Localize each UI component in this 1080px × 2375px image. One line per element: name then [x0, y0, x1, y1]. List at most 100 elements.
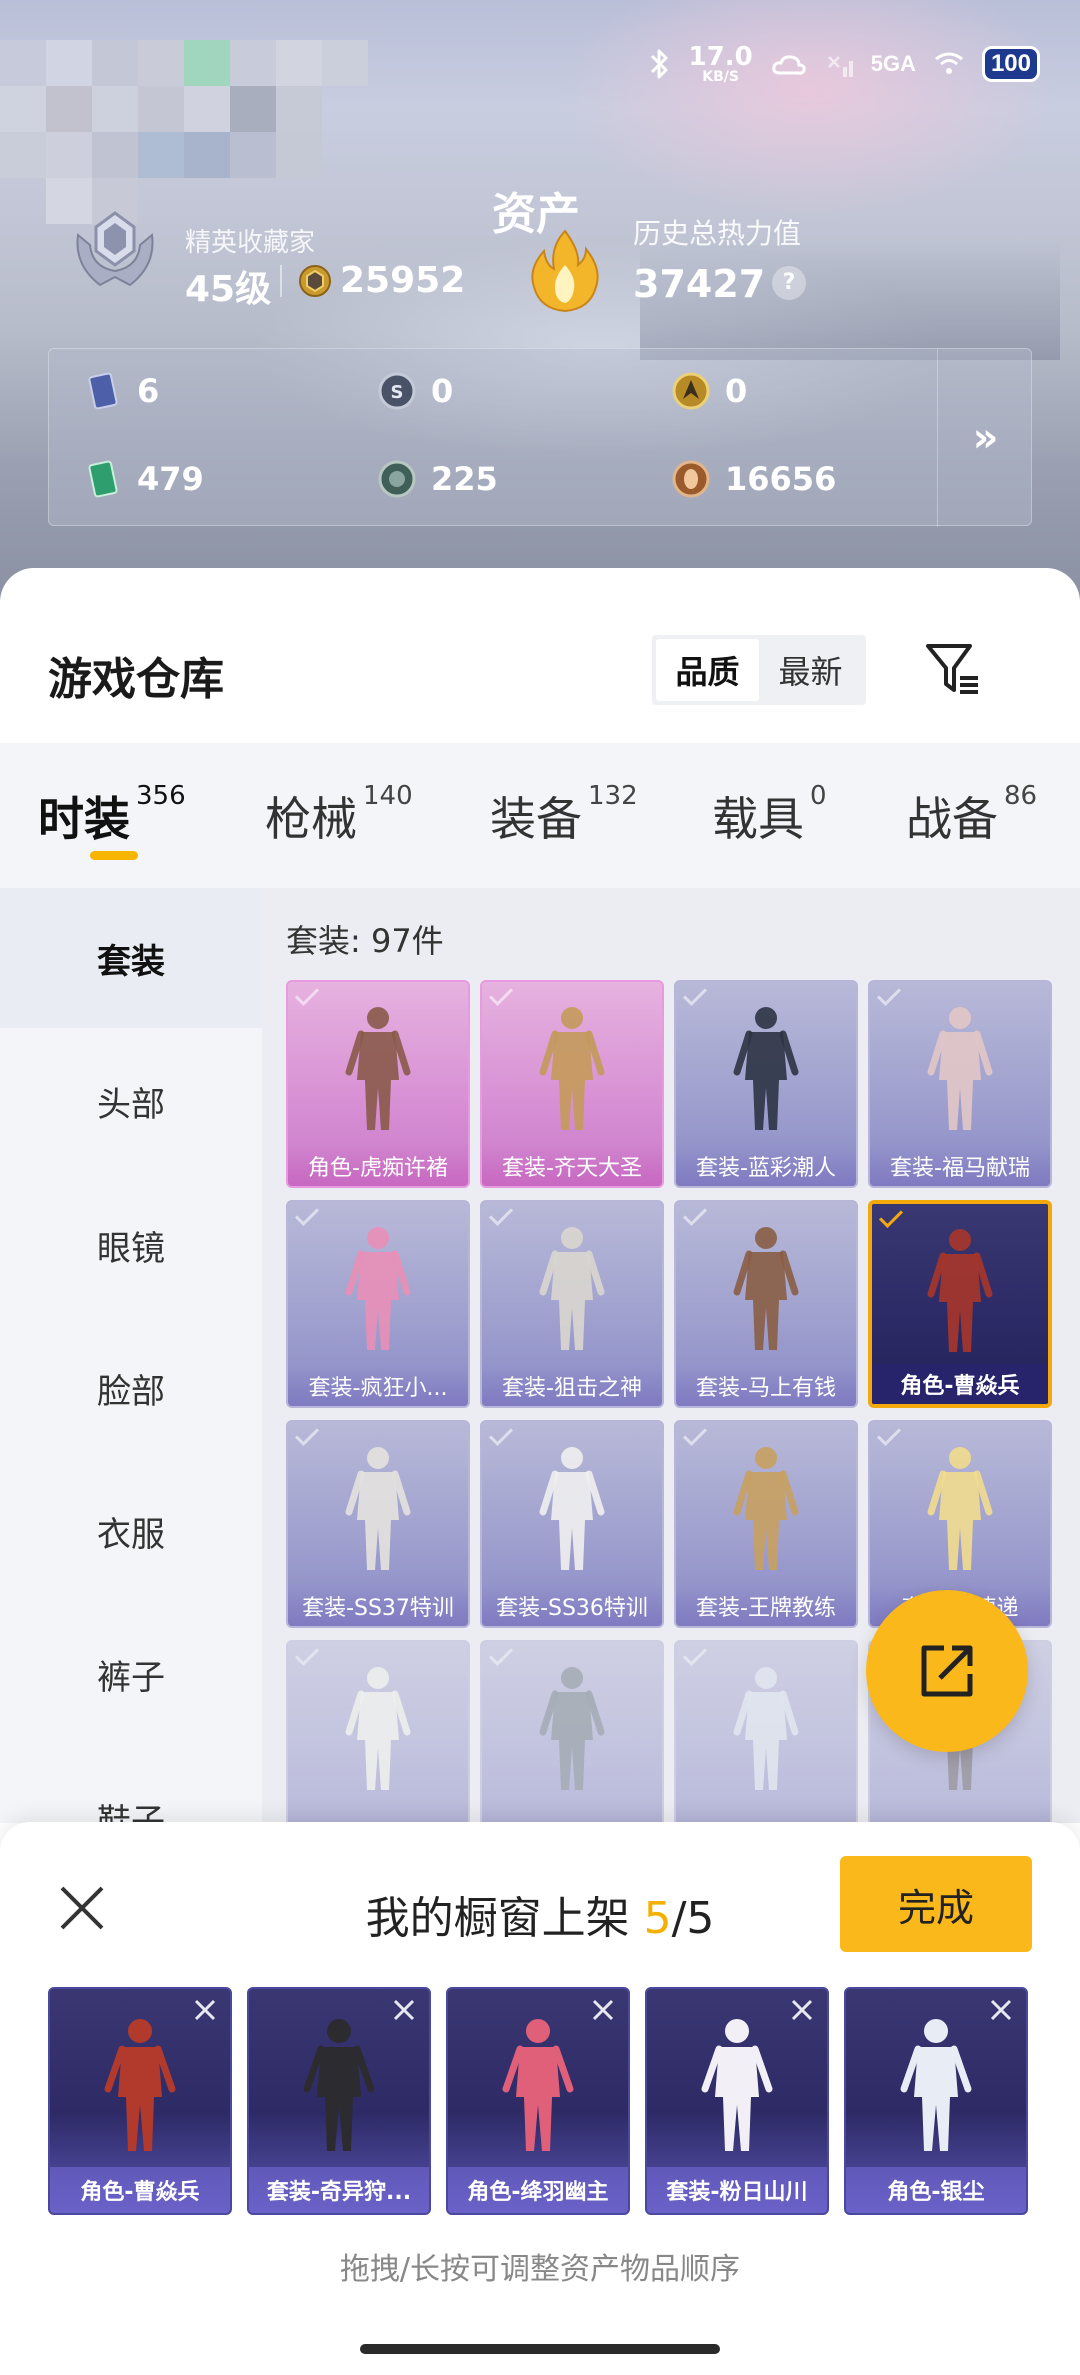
help-icon[interactable]: ?: [772, 266, 806, 300]
showcase-total-count: /5: [671, 1893, 715, 1944]
home-indicator[interactable]: [360, 2344, 720, 2354]
tab-label: 枪械: [265, 792, 357, 846]
sidebar-item-clothes[interactable]: 衣服: [0, 1461, 262, 1601]
asset-cell-card: 6: [83, 371, 159, 411]
asset-value: 6: [137, 372, 160, 410]
checkmark-icon: [488, 982, 514, 1007]
tab-count: 356: [136, 781, 186, 811]
bluetooth-icon: [650, 49, 668, 79]
showcase-item[interactable]: 角色-银尘: [844, 1987, 1028, 2215]
rank-title: 精英收藏家: [185, 228, 316, 258]
outfit-figure-icon: [927, 1007, 993, 1130]
tab-firearms[interactable]: 枪械 140: [265, 781, 413, 849]
more-assets-button[interactable]: »: [937, 349, 1033, 527]
svg-text:S: S: [391, 382, 404, 403]
item-card[interactable]: [674, 1640, 858, 1823]
remove-icon[interactable]: [789, 1997, 815, 2023]
item-card[interactable]: 角色-曹焱兵: [868, 1200, 1052, 1408]
tab-equipment[interactable]: 装备 132: [490, 781, 638, 849]
outfit-figure-icon: [539, 1227, 605, 1350]
item-card[interactable]: 角色-虎痴许褚: [286, 980, 470, 1188]
showcase-item[interactable]: 角色-绛羽幽主: [446, 1987, 630, 2215]
flame-icon: [531, 229, 599, 313]
asset-cell-orb: 225: [377, 459, 498, 499]
tab-combat-supplies[interactable]: 战备 86: [906, 781, 1038, 849]
sort-toggle: 品质 最新: [652, 635, 866, 705]
item-name: 套装-福马献瑞: [870, 1146, 1050, 1186]
network-speed: 17.0 KB/S: [689, 44, 753, 84]
sidebar-item-pants[interactable]: 裤子: [0, 1604, 262, 1744]
showcase-item-name: 套装-奇异狩...: [249, 2167, 429, 2213]
status-bar: 17.0 KB/S 5GA 100: [649, 36, 1040, 92]
sort-option-latest[interactable]: 最新: [759, 639, 862, 701]
character-figure-icon: [900, 2019, 972, 2151]
share-button[interactable]: [866, 1590, 1028, 1752]
item-name: 套装-SS37特训: [288, 1586, 468, 1626]
green-card-icon: [88, 460, 118, 498]
sidebar-item-head[interactable]: 头部: [0, 1031, 262, 1171]
item-card[interactable]: 套装-狙击之神: [480, 1200, 664, 1408]
divider: [280, 265, 282, 297]
showcase-current-count: 5: [643, 1893, 672, 1944]
remove-icon[interactable]: [590, 1997, 616, 2023]
item-card[interactable]: 套装-SS37特训: [286, 1420, 470, 1628]
showcase-item[interactable]: 角色-曹焱兵: [48, 1987, 232, 2215]
checkmark-icon: [878, 1204, 904, 1229]
outfit-figure-icon: [539, 1007, 605, 1130]
tab-count: 86: [1004, 781, 1038, 811]
showcase-item[interactable]: 套装-粉日山川: [645, 1987, 829, 2215]
battery-indicator: 100: [981, 46, 1040, 82]
outfit-figure-icon: [539, 1667, 605, 1790]
sort-option-quality[interactable]: 品质: [656, 639, 759, 701]
item-name: 角色-曹焱兵: [872, 1364, 1048, 1404]
item-name: [870, 1806, 1050, 1823]
done-button[interactable]: 完成: [840, 1856, 1032, 1952]
remove-icon[interactable]: [391, 1997, 417, 2023]
item-name: 套装-蓝彩潮人: [676, 1146, 856, 1186]
item-name: 套装-SS36特训: [482, 1586, 662, 1626]
sidebar-item-shoes[interactable]: 鞋子: [0, 1748, 262, 1824]
showcase-item[interactable]: 套装-奇异狩...: [247, 1987, 431, 2215]
item-card[interactable]: 套装-马上有钱: [674, 1200, 858, 1408]
character-figure-icon: [502, 2019, 574, 2151]
bronze-coin-icon: [672, 460, 710, 498]
item-card[interactable]: 套装-王牌教练: [674, 1420, 858, 1628]
remove-icon[interactable]: [192, 1997, 218, 2023]
item-count: 套装: 97件: [286, 922, 444, 960]
sidebar-item-face[interactable]: 脸部: [0, 1318, 262, 1458]
speed-value: 17.0: [688, 42, 753, 72]
tab-fashion[interactable]: 时装 356: [38, 781, 186, 849]
item-card[interactable]: [480, 1640, 664, 1823]
item-card[interactable]: 套装-SS36特训: [480, 1420, 664, 1628]
rank-level: 45级: [185, 269, 272, 310]
asset-cell-green-card: 479: [83, 459, 204, 499]
remove-icon[interactable]: [988, 1997, 1014, 2023]
asset-value: 16656: [725, 460, 837, 498]
active-tab-indicator: [90, 851, 138, 860]
asset-count-panel[interactable]: 6 S 0 0 479 225 16656 »: [48, 348, 1033, 527]
sidebar-item-suits[interactable]: 套装: [0, 888, 262, 1028]
outfit-figure-icon: [733, 1667, 799, 1790]
orb-icon: [378, 460, 416, 498]
sidebar-item-glasses[interactable]: 眼镜: [0, 1175, 262, 1315]
item-card[interactable]: 套装-蓝彩潮人: [674, 980, 858, 1188]
item-card[interactable]: 套装-福马献瑞: [868, 980, 1052, 1188]
item-card[interactable]: [286, 1640, 470, 1823]
item-card[interactable]: 套装-齐天大圣: [480, 980, 664, 1188]
character-figure-icon: [701, 2019, 773, 2151]
checkmark-icon: [488, 1202, 514, 1227]
warehouse-title: 游戏仓库: [48, 654, 224, 705]
filter-icon[interactable]: [922, 638, 984, 700]
checkmark-icon: [682, 1642, 708, 1667]
item-name: 套装-马上有钱: [676, 1366, 856, 1406]
item-card[interactable]: 套装-疯狂小...: [286, 1200, 470, 1408]
outfit-figure-icon: [345, 1227, 411, 1350]
card-icon: [88, 372, 118, 410]
outfit-figure-icon: [539, 1447, 605, 1570]
category-tabs: 时装 356 枪械 140 装备 132 载具 0 战备 86: [0, 743, 1080, 888]
item-name: 角色-虎痴许褚: [288, 1146, 468, 1186]
tab-vehicles[interactable]: 载具 0: [712, 781, 827, 849]
item-name: [482, 1806, 662, 1823]
signal-off-icon: [827, 56, 853, 77]
blurred-avatar: [0, 40, 400, 230]
